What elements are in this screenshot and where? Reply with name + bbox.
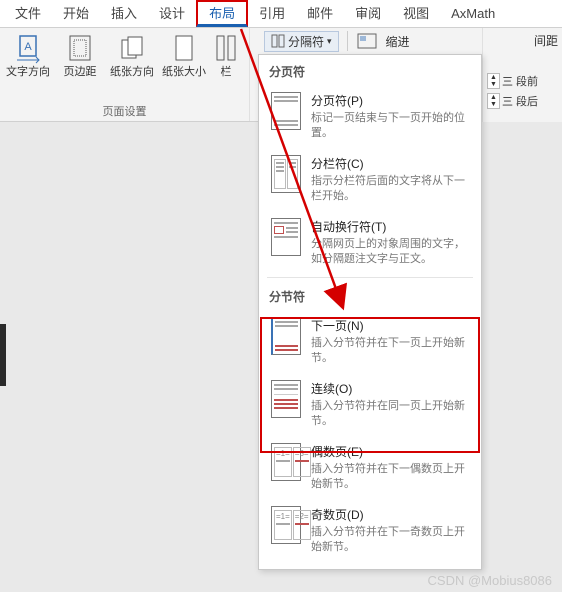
tab-view[interactable]: 视图: [392, 0, 440, 27]
size-button[interactable]: 纸张大小: [162, 32, 206, 79]
columns-label: 栏: [221, 66, 232, 79]
tab-axmath[interactable]: AxMath: [440, 0, 506, 27]
continuous-desc: 插入分节符并在同一页上开始新节。: [311, 399, 471, 429]
continuous-icon: [271, 380, 301, 418]
text-wrap-title: 自动换行符(T): [311, 218, 471, 235]
menu-item-next-page[interactable]: 下一页(N) 插入分节符并在下一页上开始新节。: [259, 311, 481, 374]
text-wrap-icon: [271, 218, 301, 256]
page-break-desc: 标记一页结束与下一页开始的位置。: [311, 111, 471, 141]
page-setup-title: 页面设置: [6, 103, 243, 119]
spacing-after-control[interactable]: ▲▼ 三 段后: [487, 93, 558, 109]
spacing-after-label: 三 段后: [502, 93, 538, 109]
text-direction-icon: A: [14, 34, 42, 64]
next-page-title: 下一页(N): [311, 317, 471, 334]
next-page-icon: [271, 317, 301, 355]
menu-item-even-page[interactable]: =1==3= 偶数页(E) 插入分节符并在下一偶数页上开始新节。: [259, 437, 481, 500]
breaks-label: 分隔符: [288, 33, 324, 50]
size-icon: [170, 34, 198, 64]
position-icon[interactable]: [356, 32, 378, 50]
ribbon-right: 分隔符 ▾ 缩进: [258, 28, 416, 54]
margins-icon: [66, 34, 94, 64]
margins-button[interactable]: 页边距: [58, 32, 102, 79]
breaks-dropdown[interactable]: 分隔符 ▾: [264, 31, 339, 52]
watermark: CSDN @Mobius8086: [428, 573, 552, 588]
odd-page-icon: =1==2=: [271, 506, 301, 544]
continuous-title: 连续(O): [311, 380, 471, 397]
orientation-icon: [118, 34, 146, 64]
odd-page-title: 奇数页(D): [311, 506, 471, 523]
breaks-menu: 分页符 分页符(P) 标记一页结束与下一页开始的位置。 分栏符(C) 指示分栏符…: [258, 54, 482, 570]
tab-design[interactable]: 设计: [148, 0, 196, 27]
divider: [347, 31, 348, 51]
section-breaks-header: 分节符: [259, 280, 481, 311]
even-page-title: 偶数页(E): [311, 443, 471, 460]
tab-mailings[interactable]: 邮件: [296, 0, 344, 27]
menu-item-column-break[interactable]: 分栏符(C) 指示分栏符后面的文字将从下一栏开始。: [259, 149, 481, 212]
column-break-title: 分栏符(C): [311, 155, 471, 172]
page-break-icon: [271, 92, 301, 130]
page-edge: [0, 324, 6, 386]
menu-item-continuous[interactable]: 连续(O) 插入分节符并在同一页上开始新节。: [259, 374, 481, 437]
spinner-icon: ▲▼: [487, 93, 500, 109]
tab-references[interactable]: 引用: [248, 0, 296, 27]
orientation-label: 纸张方向: [110, 66, 154, 79]
columns-button[interactable]: 栏: [214, 32, 238, 79]
spacing-before-control[interactable]: ▲▼ 三 段前: [487, 73, 558, 89]
tab-bar: 文件 开始 插入 设计 布局 引用 邮件 审阅 视图 AxMath: [0, 0, 562, 28]
spacing-label: 间距: [534, 32, 558, 49]
column-break-icon: [271, 155, 301, 193]
menu-separator: [267, 277, 473, 278]
margins-label: 页边距: [64, 66, 97, 79]
tab-review[interactable]: 审阅: [344, 0, 392, 27]
column-break-desc: 指示分栏符后面的文字将从下一栏开始。: [311, 174, 471, 204]
spacing-before-label: 三 段前: [502, 73, 538, 89]
menu-item-text-wrap[interactable]: 自动换行符(T) 分隔网页上的对象周围的文字，如分隔题注文字与正文。: [259, 212, 481, 275]
text-direction-label: 文字方向: [6, 66, 50, 79]
breaks-icon: [271, 34, 285, 48]
size-label: 纸张大小: [162, 66, 206, 79]
chevron-down-icon: ▾: [327, 36, 332, 47]
text-wrap-desc: 分隔网页上的对象周围的文字，如分隔题注文字与正文。: [311, 237, 471, 267]
page-break-title: 分页符(P): [311, 92, 471, 109]
text-direction-button[interactable]: A 文字方向: [6, 32, 50, 79]
svg-text:A: A: [24, 41, 32, 53]
indent-label: 缩进: [386, 33, 410, 50]
even-page-icon: =1==3=: [271, 443, 301, 481]
menu-item-odd-page[interactable]: =1==2= 奇数页(D) 插入分节符并在下一奇数页上开始新节。: [259, 500, 481, 563]
tab-file[interactable]: 文件: [4, 0, 52, 27]
next-page-desc: 插入分节符并在下一页上开始新节。: [311, 336, 471, 366]
columns-icon: [215, 34, 237, 64]
page-breaks-header: 分页符: [259, 55, 481, 86]
odd-page-desc: 插入分节符并在下一奇数页上开始新节。: [311, 525, 471, 555]
even-page-desc: 插入分节符并在下一偶数页上开始新节。: [311, 462, 471, 492]
orientation-button[interactable]: 纸张方向: [110, 32, 154, 79]
spinner-icon: ▲▼: [487, 73, 500, 89]
tab-insert[interactable]: 插入: [100, 0, 148, 27]
tab-layout[interactable]: 布局: [196, 0, 248, 27]
menu-item-page-break[interactable]: 分页符(P) 标记一页结束与下一页开始的位置。: [259, 86, 481, 149]
page-setup-group: A 文字方向 页边距 纸张方向 纸张大小 栏 页面设置: [0, 28, 250, 121]
tab-home[interactable]: 开始: [52, 0, 100, 27]
